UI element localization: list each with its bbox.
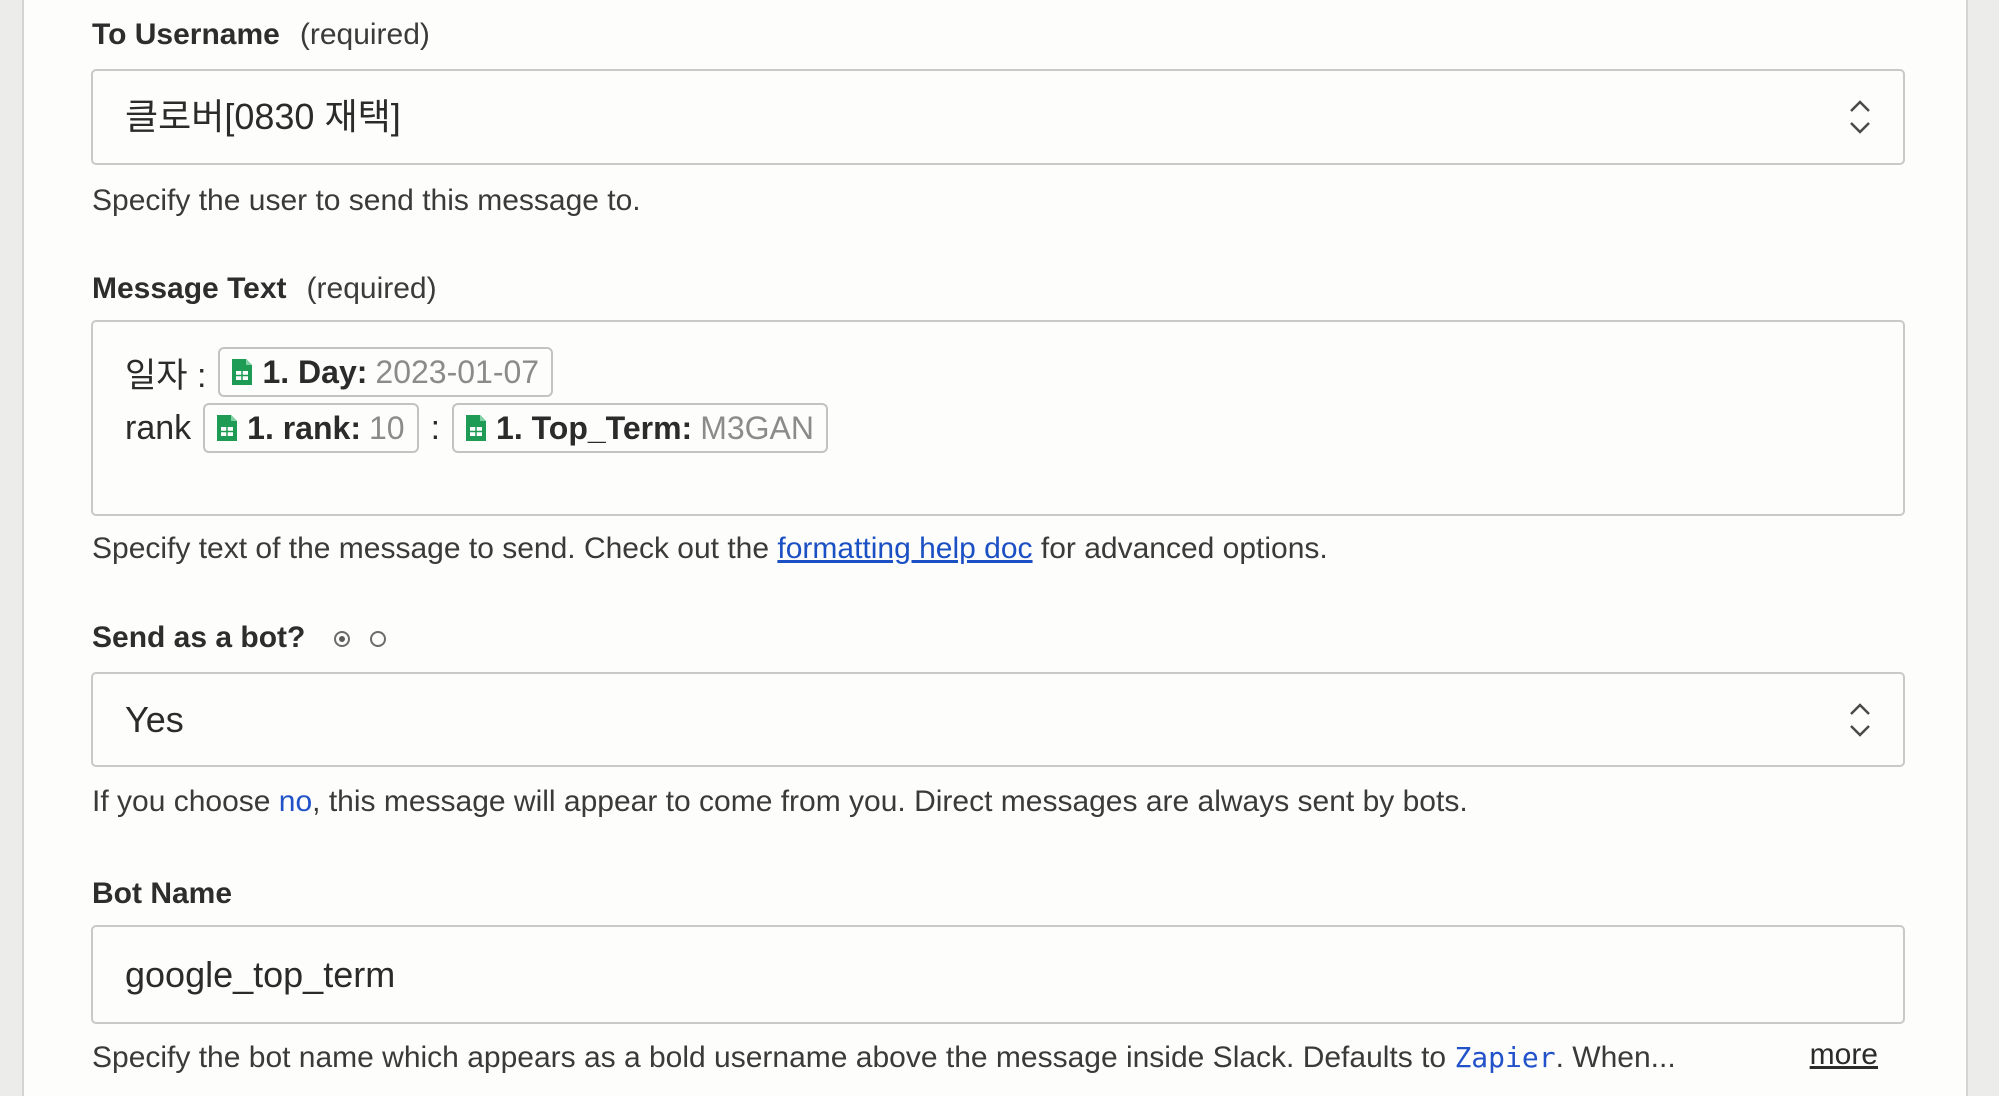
bot-name-help: Specify the bot name which appears as a … xyxy=(92,1041,1676,1074)
message-line1-prefix: 일자 : xyxy=(125,356,207,395)
bot-name-label: Bot Name xyxy=(92,877,233,910)
send-as-bot-value: Yes xyxy=(125,699,184,740)
send-as-bot-label: Send as a bot? xyxy=(92,620,387,656)
to-username-help: Specify the user to send this message to… xyxy=(92,184,641,217)
up-down-chevron-icon xyxy=(1850,100,1870,134)
form-panel: To Username (required) 클로버[0830 재택] Speci… xyxy=(22,0,1968,1096)
message-text-help: Specify text of the message to send. Che… xyxy=(92,532,1328,565)
message-line-1: 일자 : 1. Day: 2023-01-07 xyxy=(125,346,554,398)
zapier-code-text: Zapier xyxy=(1454,1041,1556,1074)
up-down-chevron-icon xyxy=(1850,703,1870,737)
bot-name-input[interactable]: google_top_term xyxy=(91,925,1905,1024)
radio-unselected-icon[interactable] xyxy=(370,631,387,648)
message-text-editor[interactable]: 일자 : 1. Day: 2023-01-07 rank 1. rank: 10… xyxy=(91,320,1905,516)
google-sheets-icon xyxy=(217,415,238,441)
to-username-label: To Username (required) xyxy=(92,18,430,51)
top-term-field-pill[interactable]: 1. Top_Term: M3GAN xyxy=(452,403,828,453)
message-line-2: rank 1. rank: 10 : 1. Top_Term: M3GAN xyxy=(125,402,828,454)
more-link[interactable]: more xyxy=(1810,1038,1878,1072)
bot-name-value: google_top_term xyxy=(125,954,396,995)
day-field-pill[interactable]: 1. Day: 2023-01-07 xyxy=(218,347,554,397)
send-as-bot-help: If you choose no, this message will appe… xyxy=(92,785,1468,818)
to-username-value: 클로버[0830 재택] xyxy=(125,96,401,137)
google-sheets-icon xyxy=(232,359,253,385)
to-username-select[interactable]: 클로버[0830 재택] xyxy=(91,69,1905,165)
rank-field-pill[interactable]: 1. rank: 10 xyxy=(203,403,419,453)
send-as-bot-select[interactable]: Yes xyxy=(91,672,1905,767)
no-option-text: no xyxy=(278,785,313,818)
message-line2-prefix: rank xyxy=(125,408,192,447)
google-sheets-icon xyxy=(466,415,487,441)
message-separator: : xyxy=(430,408,441,447)
radio-selected-icon[interactable] xyxy=(333,631,350,648)
formatting-help-link[interactable]: formatting help doc xyxy=(777,532,1032,565)
message-text-label: Message Text (required) xyxy=(92,272,437,305)
